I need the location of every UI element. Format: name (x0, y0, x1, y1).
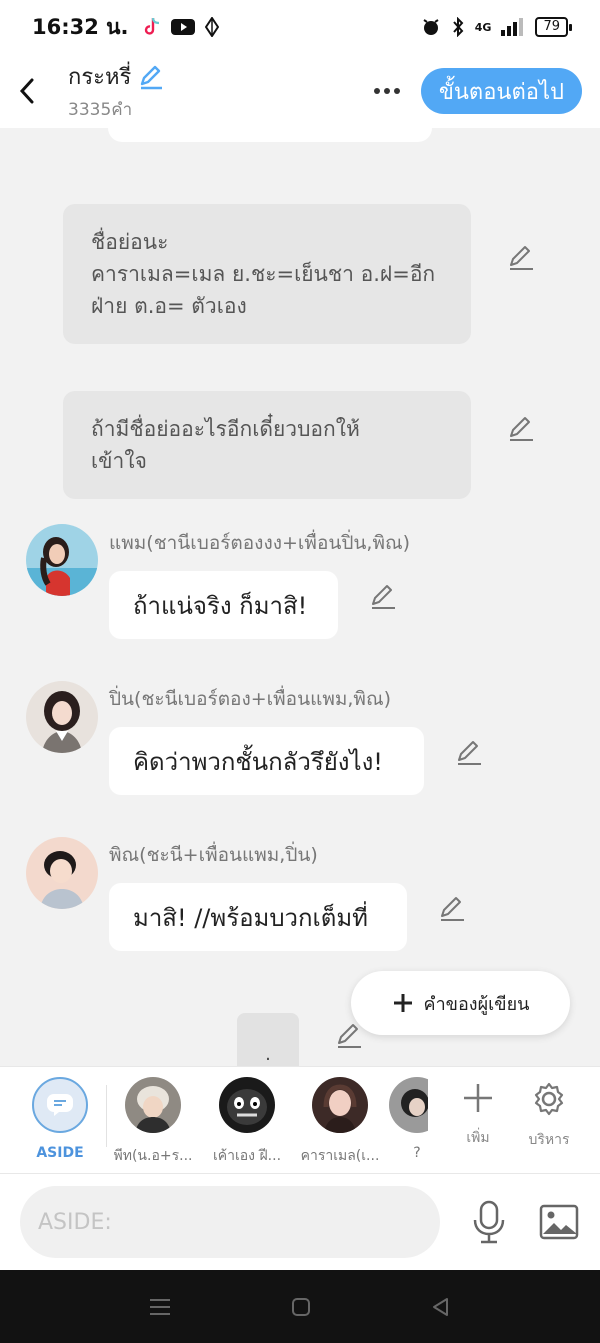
voice-input-button[interactable] (468, 1196, 510, 1248)
character-item[interactable]: คาราเมล(เ... (298, 1077, 382, 1167)
status-app-icons (143, 17, 219, 37)
more-options-button[interactable] (363, 71, 411, 111)
aside-avatar (32, 1077, 88, 1133)
aside-label: ASIDE (36, 1145, 84, 1161)
more-dot-icon (373, 88, 380, 94)
youtube-icon (170, 19, 195, 35)
status-indicators: 4G 79 (421, 17, 572, 37)
message-bubble[interactable]: มาสิ! //พร้อมบวกเต็มที่ (109, 883, 407, 951)
tiktok-icon (144, 17, 159, 35)
more-dot-icon (383, 88, 390, 94)
character-avatar (312, 1077, 368, 1133)
header: กระหรี่ 3335คำ ขั้นตอนต่อไป (0, 54, 600, 128)
back-nav-icon[interactable] (431, 1297, 451, 1317)
recent-apps-icon[interactable] (149, 1297, 171, 1317)
plus-icon (464, 1084, 492, 1112)
character-label: เค้าเอง ฝี... (212, 1148, 282, 1164)
avatar[interactable] (26, 524, 98, 596)
back-arrow-icon (19, 78, 34, 104)
edit-pencil-icon[interactable] (369, 583, 397, 611)
manage-characters-button[interactable]: บริหาร (519, 1081, 579, 1151)
character-avatar (389, 1077, 428, 1133)
narration-block[interactable]: ถ้ามีชื่อย่ออะไรอีกเดี๋ยวบอกให้ เข้าใจ (63, 391, 471, 499)
status-bar: 16:32 น. 4G 79 (0, 0, 600, 54)
narration-line: คาราเมล=เมล ย.ชะ=เย็นชา อ.ฝ=อีก (91, 262, 436, 286)
bluetooth-icon (453, 17, 464, 37)
character-avatar (125, 1077, 181, 1133)
add-label: เพิ่ม (466, 1130, 490, 1146)
add-character-button[interactable]: เพิ่ม (448, 1081, 508, 1149)
edit-pencil-icon[interactable] (438, 895, 466, 923)
message-bubble[interactable]: ถ้าแน่จริง ก็มาสิ! (109, 571, 338, 639)
more-dot-icon (393, 88, 400, 94)
character-avatar (219, 1077, 275, 1133)
narration-line: ชื่อย่อนะ (91, 230, 169, 254)
character-aside[interactable]: ASIDE (18, 1077, 102, 1161)
edit-pencil-icon[interactable] (335, 1022, 363, 1050)
character-item[interactable]: ? (384, 1077, 428, 1161)
chat-bubble-icon (47, 1094, 73, 1116)
narration-line: เข้าใจ (91, 449, 147, 473)
narration-line: ถ้ามีชื่อย่ออะไรอีกเดี๋ยวบอกให้ (91, 417, 360, 441)
microphone-icon (473, 1200, 505, 1244)
gear-icon (534, 1082, 564, 1116)
character-item[interactable]: เค้าเอง ฝี... (205, 1077, 289, 1167)
edit-pencil-icon[interactable] (507, 415, 535, 443)
edit-pencil-icon[interactable] (507, 244, 535, 272)
avatar-image (26, 681, 98, 753)
next-step-button[interactable]: ขั้นตอนต่อไป (420, 68, 582, 114)
author-note-label: คำของผู้เขียน (423, 993, 530, 1015)
avatar[interactable] (26, 681, 98, 753)
character-selector-bar: ASIDE พีท(น.อ+ร... เค้าเอง ฝี... คาราเมล… (0, 1066, 600, 1174)
edit-title-icon[interactable] (137, 63, 165, 91)
narration-line: ฝ่าย ต.อ= ตัวเอง (91, 294, 247, 318)
message-input[interactable]: ASIDE: (20, 1186, 440, 1258)
battery-indicator: 79 (535, 17, 572, 37)
character-label: พีท(น.อ+ร... (113, 1148, 193, 1164)
word-count: 3335คำ (68, 100, 133, 120)
home-icon[interactable] (291, 1297, 311, 1317)
plus-icon (393, 994, 412, 1012)
character-name: พิณ(ชะนี+เพื่อนแพม,ปิ่น) (109, 844, 318, 866)
network-label: 4G (474, 20, 492, 34)
character-name: ปิ่น(ชะนีเบอร์ตอง+เพื่อนแพม,พิณ) (109, 688, 391, 710)
diamond-app-icon (204, 17, 219, 37)
message-bubble[interactable]: คิดว่าพวกชั้นกลัวรึยังไง! (109, 727, 424, 795)
character-label: ? (413, 1145, 421, 1161)
chat-area[interactable]: ชื่อย่อนะ คาราเมล=เมล ย.ชะ=เย็นชา อ.ฝ=อี… (0, 128, 600, 1066)
character-name: แพม(ชานีเบอร์ตองงง+เพื่อนปิ่น,พิณ) (109, 532, 411, 554)
image-icon (539, 1204, 579, 1240)
status-time: 16:32 น. (32, 14, 129, 39)
title-row: กระหรี่ (68, 59, 165, 94)
divider (106, 1085, 107, 1147)
previous-bubble-fragment (108, 128, 432, 142)
avatar[interactable] (26, 837, 98, 909)
back-button[interactable] (0, 54, 54, 128)
avatar-image (26, 524, 98, 596)
input-bar: ASIDE: (0, 1174, 600, 1270)
character-label: คาราเมล(เ... (300, 1148, 380, 1164)
system-navigation-bar (0, 1270, 600, 1343)
title-block: กระหรี่ 3335คำ (68, 59, 165, 123)
story-title: กระหรี่ (68, 65, 132, 90)
manage-label: บริหาร (528, 1132, 570, 1148)
alarm-icon (423, 19, 439, 35)
author-note-button[interactable]: คำของผู้เขียน (351, 971, 570, 1035)
narration-block[interactable]: ชื่อย่อนะ คาราเมล=เมล ย.ชะ=เย็นชา อ.ฝ=อี… (63, 204, 471, 344)
character-item[interactable]: พีท(น.อ+ร... (111, 1077, 195, 1167)
avatar-image (26, 837, 98, 909)
signal-icon (501, 18, 524, 36)
edit-pencil-icon[interactable] (455, 739, 483, 767)
typing-indicator: . (237, 1013, 299, 1066)
image-upload-button[interactable] (536, 1200, 582, 1244)
